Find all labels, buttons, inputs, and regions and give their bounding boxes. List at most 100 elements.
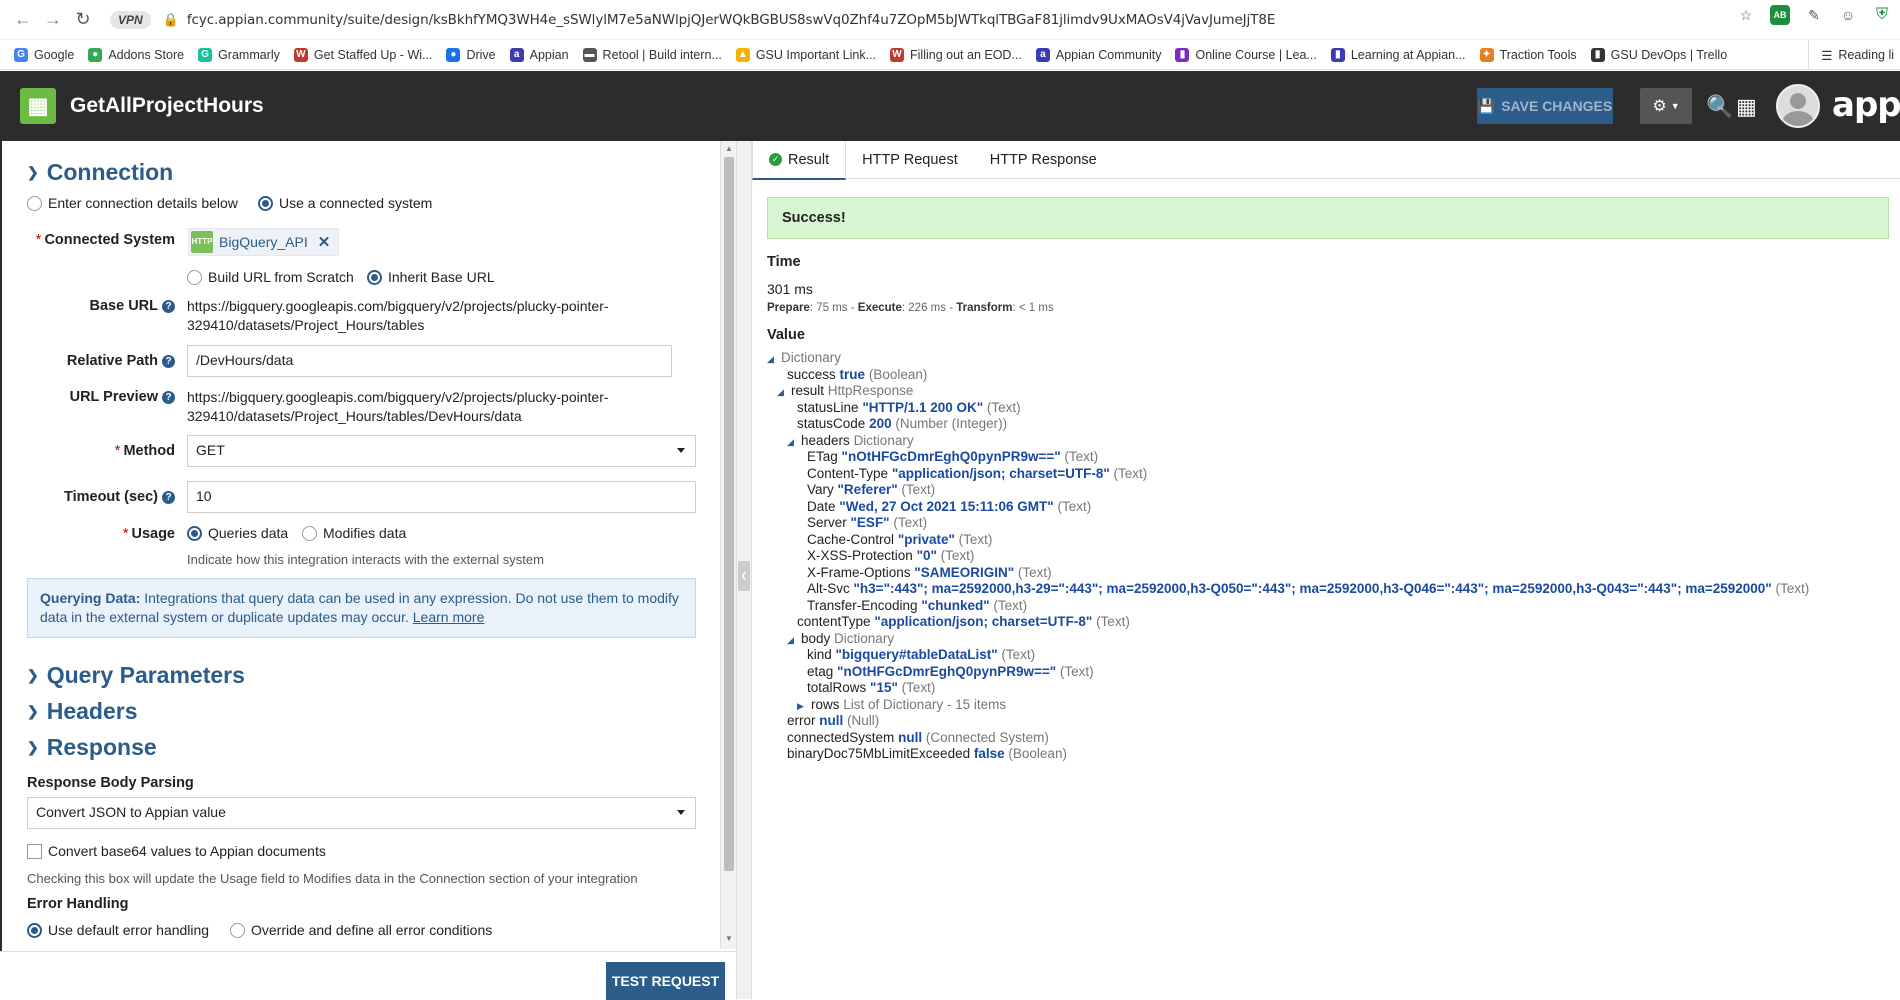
convert-base64-checkbox[interactable]: Convert base64 values to Appian document… — [27, 842, 326, 861]
headers-section-header[interactable]: ❯ Headers — [27, 698, 138, 725]
profile-icon[interactable]: ☺ — [1838, 5, 1858, 25]
bookmark-item[interactable]: a Appian Community — [1035, 47, 1161, 62]
relative-path-input[interactable]: /DevHours/data — [187, 345, 672, 377]
caret-down-icon: ▼ — [1670, 101, 1680, 111]
tab-result[interactable]: ✓ Result — [752, 141, 847, 180]
scroll-up-icon[interactable]: ▲ — [725, 144, 733, 153]
splitter-handle-icon[interactable]: ❮ — [738, 561, 750, 591]
tree-node[interactable]: ◢ result HttpResponse — [777, 382, 913, 400]
reading-list[interactable]: ☰ Reading li — [1808, 40, 1900, 69]
tree-node[interactable]: ◢ Dictionary — [767, 349, 841, 367]
address-bar[interactable]: fcyc.appian.community/suite/design/ksBkh… — [187, 12, 1275, 28]
back-icon[interactable]: ← — [8, 5, 38, 35]
collapse-icon[interactable]: ◢ — [787, 433, 795, 451]
tree-node: etag "nOtHFGcDmrEghQ0pynPR9w==" (Text) — [807, 663, 1094, 679]
reload-icon[interactable]: ↻ — [68, 5, 98, 35]
url-preview-value: https://bigquery.googleapis.com/bigquery… — [187, 389, 609, 424]
radio-use-connected[interactable]: Use a connected system — [258, 194, 432, 213]
bookmark-favicon-icon: a — [1035, 47, 1050, 62]
radio-off-icon — [302, 526, 317, 541]
tree-node: Server "ESF" (Text) — [807, 515, 928, 530]
collapse-icon[interactable]: ◢ — [767, 350, 775, 368]
bookmark-favicon-icon: G — [198, 47, 213, 62]
radio-off-icon — [27, 196, 42, 211]
collapse-icon[interactable]: ◢ — [777, 383, 785, 401]
usage-hint: Indicate how this integration interacts … — [187, 552, 544, 567]
shield-icon[interactable]: ⛨ — [1872, 5, 1892, 25]
tree-node[interactable]: ▶ rows List of Dictionary - 15 items — [797, 696, 1006, 714]
extension-icon[interactable]: AB — [1770, 5, 1790, 25]
settings-menu-button[interactable]: ⚙ ▼ — [1640, 88, 1692, 124]
puzzle-icon[interactable]: ✎ — [1804, 5, 1824, 25]
radio-off-icon — [187, 270, 202, 285]
bookmark-favicon-icon: ● — [446, 47, 461, 62]
response-section-header[interactable]: ❯ Response — [27, 734, 157, 761]
radio-build-url[interactable]: Build URL from Scratch — [187, 268, 354, 287]
success-banner: Success! — [767, 197, 1889, 239]
integration-logo-icon: ▦ — [20, 88, 56, 124]
bookmark-item[interactable]: ▲ GSU Important Link... — [735, 47, 876, 62]
learn-more-link[interactable]: Learn more — [413, 609, 485, 625]
help-icon[interactable]: ? — [162, 355, 175, 368]
bookmark-item[interactable]: ▮ GSU DevOps | Trello — [1590, 47, 1727, 62]
connected-system-chip[interactable]: HTTP BigQuery_API ✕ — [188, 228, 340, 256]
forward-icon[interactable]: → — [38, 5, 68, 35]
help-icon[interactable]: ? — [162, 300, 175, 313]
timeout-input[interactable]: 10 — [187, 481, 696, 513]
remove-icon[interactable]: ✕ — [318, 233, 331, 251]
bookmark-item[interactable]: ✦ Traction Tools — [1479, 47, 1577, 62]
tree-node[interactable]: ◢ body Dictionary — [787, 630, 894, 648]
radio-on-icon — [187, 526, 202, 541]
radio-inherit-url[interactable]: Inherit Base URL — [367, 268, 495, 287]
bookmark-item[interactable]: G Grammarly — [198, 47, 280, 62]
scroll-down-icon[interactable]: ▼ — [725, 934, 733, 943]
radio-queries-data[interactable]: Queries data — [187, 524, 288, 543]
tree-node: binaryDoc75MbLimitExceeded false (Boolea… — [787, 746, 1067, 761]
radio-modifies-data[interactable]: Modifies data — [302, 524, 406, 543]
bookmark-favicon-icon: a — [509, 47, 524, 62]
help-icon[interactable]: ? — [162, 391, 175, 404]
avatar[interactable] — [1776, 84, 1820, 128]
panel-splitter[interactable]: ❮ — [736, 141, 752, 999]
connection-section-header[interactable]: ❯ Connection — [27, 159, 173, 186]
apps-grid-icon[interactable]: ▦ — [1736, 94, 1757, 120]
bookmark-item[interactable]: W Get Staffed Up - Wi... — [293, 47, 432, 62]
search-objects-icon[interactable]: 🔍 — [1706, 94, 1733, 120]
help-icon[interactable]: ? — [162, 491, 175, 504]
radio-default-error[interactable]: Use default error handling — [27, 921, 209, 940]
test-request-button[interactable]: TEST REQUEST — [606, 962, 725, 1000]
base-url-label: Base URL? — [30, 298, 175, 314]
scrollbar[interactable]: ▲ ▼ — [720, 141, 736, 949]
collapse-icon[interactable]: ◢ — [787, 631, 795, 649]
radio-enter-details[interactable]: Enter connection details below — [27, 194, 238, 213]
lock-icon[interactable]: 🔒 — [163, 12, 179, 28]
bookmark-item[interactable]: W Filling out an EOD... — [890, 47, 1022, 62]
tree-node: connectedSystem null (Connected System) — [787, 729, 1049, 745]
save-changes-button[interactable]: 💾 SAVE CHANGES — [1477, 88, 1613, 124]
bookmark-favicon-icon: ● — [88, 47, 103, 62]
radio-override-error[interactable]: Override and define all error conditions — [230, 921, 492, 940]
method-select[interactable]: GET — [187, 435, 696, 467]
response-body-parsing-select[interactable]: Convert JSON to Appian value — [27, 797, 696, 829]
tab-http-response[interactable]: HTTP Response — [974, 141, 1113, 179]
bookmark-item[interactable]: ● Addons Store — [88, 47, 184, 62]
bookmark-star-icon[interactable]: ☆ — [1736, 5, 1756, 25]
bookmark-item[interactable]: ▮ Online Course | Lea... — [1175, 47, 1317, 62]
bookmark-item[interactable]: a Appian — [509, 47, 569, 62]
tab-http-request[interactable]: HTTP Request — [846, 141, 974, 179]
tree-node: statusCode 200 (Number (Integer)) — [797, 416, 1008, 431]
bookmark-item[interactable]: ● Drive — [446, 47, 496, 62]
left-footer: TEST REQUEST — [0, 951, 736, 1000]
vpn-badge[interactable]: VPN — [110, 10, 151, 29]
tree-node[interactable]: ◢ headers Dictionary — [787, 432, 914, 450]
bookmark-item[interactable]: ▬ Retool | Build intern... — [582, 47, 722, 62]
bookmark-favicon-icon: ▮ — [1175, 47, 1190, 62]
scroll-thumb[interactable] — [724, 157, 734, 871]
appian-logo: appian — [1832, 85, 1900, 125]
query-parameters-section-header[interactable]: ❯ Query Parameters — [27, 662, 245, 689]
bookmark-item[interactable]: ▮ Learning at Appian... — [1330, 47, 1466, 62]
bookmark-favicon-icon: ✦ — [1479, 47, 1494, 62]
base64-hint: Checking this box will update the Usage … — [27, 871, 638, 886]
bookmark-item[interactable]: G Google — [14, 47, 74, 62]
radio-on-icon — [27, 923, 42, 938]
